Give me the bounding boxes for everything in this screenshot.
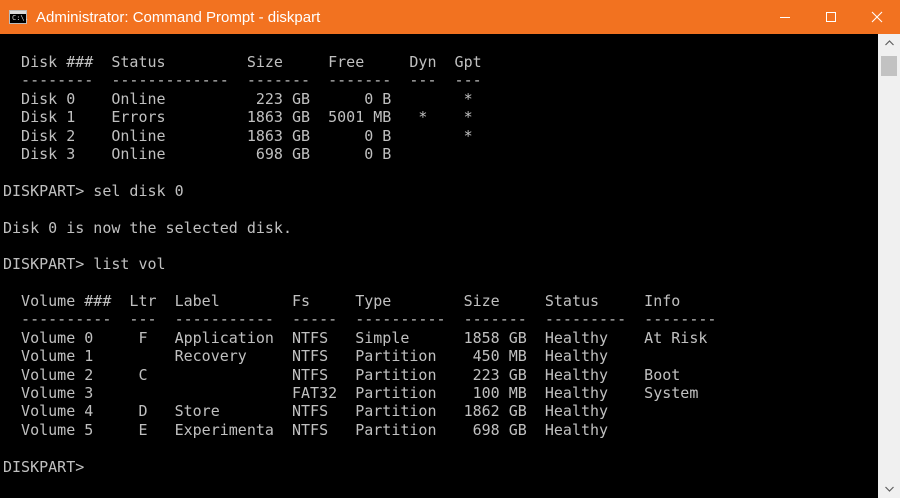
console-line: Volume 4 D Store NTFS Partition 1862 GB … [3, 402, 609, 421]
window-controls [762, 0, 900, 34]
scroll-thumb[interactable] [881, 56, 897, 76]
maximize-icon [826, 12, 836, 22]
console-line: Volume 5 E Experimenta NTFS Partition 69… [3, 420, 609, 439]
console-line: Disk 2 Online 1863 GB 0 B * [3, 126, 473, 145]
window-title: Administrator: Command Prompt - diskpart [36, 8, 321, 26]
console-line: Disk 0 is now the selected disk. [3, 218, 292, 237]
console-output[interactable]: Disk ### Status Size Free Dyn Gpt ------… [0, 34, 878, 498]
console-line: Disk ### Status Size Free Dyn Gpt [3, 53, 482, 71]
scroll-down-button[interactable] [878, 480, 900, 498]
console-line: Disk 1 Errors 1863 GB 5001 MB * * [3, 108, 473, 127]
console-line: DISKPART> [3, 457, 94, 476]
console-line: Volume 2 C NTFS Partition 223 GB Healthy… [3, 365, 681, 384]
console-text: Disk ### Status Size Free Dyn Gpt ------… [3, 53, 716, 476]
console-line: ---------- --- ----------- ----- -------… [3, 310, 717, 329]
close-button[interactable] [854, 0, 900, 34]
scroll-up-arrow-icon [884, 40, 894, 46]
close-icon [871, 11, 883, 23]
scroll-down-arrow-icon [884, 486, 894, 492]
minimize-button[interactable] [762, 0, 808, 34]
console-line: Volume 1 Recovery NTFS Partition 450 MB … [3, 347, 609, 366]
console-line: Volume ### Ltr Label Fs Type Size Status… [3, 292, 681, 311]
console-line: DISKPART> sel disk 0 [3, 181, 184, 200]
console-line: Disk 0 Online 223 GB 0 B * [3, 89, 473, 108]
console-line: Volume 0 F Application NTFS Simple 1858 … [3, 328, 708, 347]
cmd-icon[interactable]: C:\. [9, 10, 29, 24]
title-bar[interactable]: C:\. Administrator: Command Prompt - dis… [0, 0, 900, 34]
scroll-up-button[interactable] [878, 34, 900, 52]
minimize-icon [780, 17, 790, 18]
command-prompt-window: C:\. Administrator: Command Prompt - dis… [0, 0, 900, 498]
vertical-scrollbar[interactable] [878, 34, 900, 498]
cmd-icon-glyph: C:\. [12, 14, 29, 22]
console-line: Volume 3 FAT32 Partition 100 MB Healthy … [3, 384, 699, 403]
maximize-button[interactable] [808, 0, 854, 34]
console-line: -------- ------------- ------- ------- -… [3, 71, 482, 90]
console-line: Disk 3 Online 698 GB 0 B [3, 144, 392, 163]
console-line: DISKPART> list vol [3, 255, 166, 274]
